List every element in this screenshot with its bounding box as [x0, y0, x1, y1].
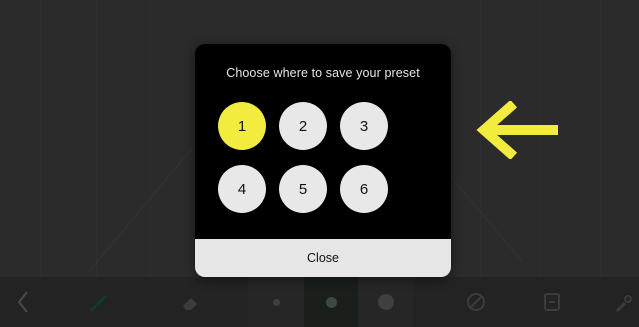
preset-slot-label: 4: [237, 180, 247, 198]
tools-icon[interactable]: [606, 277, 639, 327]
save-icon[interactable]: [534, 277, 570, 327]
preset-slot-label: 6: [359, 180, 369, 198]
preset-slot-3[interactable]: 3: [340, 102, 388, 150]
back-icon[interactable]: [8, 277, 38, 327]
close-button-label: Close: [307, 251, 339, 265]
eraser-icon[interactable]: [172, 277, 208, 327]
preset-slot-label: 1: [237, 117, 247, 135]
preset-slot-label: 2: [298, 117, 308, 135]
preset-slot-4[interactable]: 4: [218, 165, 266, 213]
close-button[interactable]: Close: [195, 239, 451, 277]
size-large-icon[interactable]: [358, 277, 414, 327]
preset-slot-6[interactable]: 6: [340, 165, 388, 213]
pointer-arrow-icon: [476, 101, 558, 159]
save-preset-dialog: Choose where to save your preset 1 2 3 4…: [195, 44, 451, 277]
bottom-toolbar: [0, 277, 639, 327]
size-medium-icon[interactable]: [304, 277, 358, 327]
app-screen: Choose where to save your preset 1 2 3 4…: [0, 0, 639, 327]
preset-slot-1[interactable]: 1: [218, 102, 266, 150]
brush-icon[interactable]: [80, 277, 116, 327]
preset-slot-label: 3: [359, 117, 369, 135]
preset-slot-label: 5: [298, 180, 308, 198]
preset-slot-2[interactable]: 2: [279, 102, 327, 150]
size-small-icon[interactable]: [248, 277, 304, 327]
disable-icon[interactable]: [458, 277, 494, 327]
dialog-title: Choose where to save your preset: [226, 66, 420, 80]
preset-slot-5[interactable]: 5: [279, 165, 327, 213]
